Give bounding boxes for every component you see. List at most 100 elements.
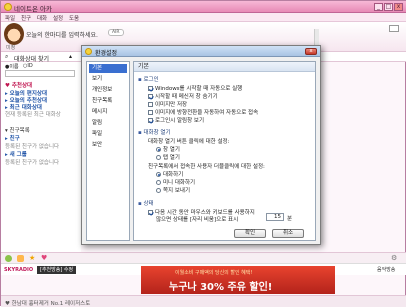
section-status: 상태 bbox=[138, 199, 153, 207]
title-bar[interactable]: 네이트온 아카 _ □ x bbox=[1, 1, 406, 13]
option-label: 대화하기 bbox=[163, 172, 184, 178]
search-icon: ⌕ bbox=[5, 53, 9, 60]
option-label: 탭 열기 bbox=[163, 155, 180, 161]
close-button[interactable]: x bbox=[394, 3, 403, 11]
recommended-header[interactable]: ♥ 추천상대 bbox=[5, 81, 32, 89]
minimize-button[interactable]: _ bbox=[374, 3, 383, 11]
list-item: 등록된 친구가 없습니다 bbox=[5, 144, 60, 150]
panel-header: 기본 bbox=[134, 62, 315, 72]
menu-friends[interactable]: 친구 bbox=[21, 14, 31, 22]
status-message[interactable]: 오늘의 한마디를 입력하세요. bbox=[26, 30, 98, 39]
option-label: 시작할 때 메신저 창 숨기기 bbox=[155, 94, 218, 100]
menu-settings[interactable]: 설정 bbox=[53, 14, 63, 22]
radio-chat[interactable]: 대화하기 bbox=[156, 170, 183, 178]
radio-button[interactable] bbox=[156, 146, 161, 152]
radio-send-note[interactable]: 쪽지 보내기 bbox=[156, 186, 190, 194]
radio-button[interactable] bbox=[156, 154, 161, 160]
star-icon[interactable]: ★ bbox=[29, 254, 35, 262]
checkbox[interactable] bbox=[148, 101, 153, 107]
footer: ♥ 한남대 흉터제거 No.1 레이저스토 bbox=[1, 295, 406, 307]
minutes-unit: 분 bbox=[287, 216, 293, 222]
menu-chat[interactable]: 대화 bbox=[37, 14, 47, 22]
nav-file[interactable]: 파일 bbox=[89, 130, 127, 139]
gear-icon[interactable]: ⚙ bbox=[391, 254, 397, 262]
away-minutes-input[interactable]: 15 bbox=[266, 213, 284, 221]
menu-file[interactable]: 파일 bbox=[5, 14, 15, 22]
section-chat: 대화창 열기 bbox=[138, 128, 170, 136]
nav-message[interactable]: 메시지 bbox=[89, 108, 127, 117]
option-label: 창 열기 bbox=[163, 147, 180, 153]
nav-personal[interactable]: 개인정보 bbox=[89, 86, 127, 95]
settings-panel: 기본 로그인 Windows를 시작할 때 자동으로 실행 시작할 때 메신저 … bbox=[133, 61, 316, 241]
envelope-icon[interactable] bbox=[389, 25, 399, 32]
dialog-title-bar[interactable]: 환경설정 x bbox=[82, 46, 320, 57]
chat-icon[interactable] bbox=[17, 255, 24, 262]
nav-view[interactable]: 보기 bbox=[89, 75, 127, 84]
cancel-button[interactable]: 취소 bbox=[272, 229, 304, 238]
ad-line-2: 누구나 30% 주유 할인! bbox=[169, 282, 273, 293]
option-login-alert[interactable]: 로그인시 알림창 보기 bbox=[148, 116, 204, 124]
option-label-line-2: 않으면 상태를 [자리 비움]으로 표시 bbox=[156, 217, 239, 223]
settings-nav: 기본 보기 개인정보 친구목록 메시지 알림 파일 보안 bbox=[86, 61, 130, 241]
dialog-title: 환경설정 bbox=[95, 50, 118, 57]
radio-open-window[interactable]: 창 열기 bbox=[156, 145, 180, 153]
checkbox[interactable] bbox=[148, 209, 153, 215]
option-image-only[interactable]: 이미지만 저장 bbox=[148, 100, 187, 108]
radio-button[interactable] bbox=[156, 179, 161, 185]
menu-help[interactable]: 도움 bbox=[69, 14, 79, 22]
list-item: 현재 등록된 최근 대화상 bbox=[5, 112, 61, 118]
nav-alert[interactable]: 알림 bbox=[89, 119, 127, 128]
checkbox[interactable] bbox=[148, 109, 153, 115]
avatar-label: 미정 bbox=[6, 45, 16, 51]
option-label: 이미지에 방향전환을 자동하여 자동으로 접속 bbox=[155, 110, 259, 116]
main-window: 네이트온 아카 _ □ x 파일 친구 대화 설정 도움 미정 오늘의 한마디를… bbox=[0, 0, 406, 307]
app-title: 네이트온 아카 bbox=[14, 5, 52, 13]
checkbox[interactable] bbox=[148, 117, 153, 123]
app-logo-icon bbox=[4, 3, 12, 11]
settings-icon bbox=[85, 48, 92, 55]
list-item[interactable]: ▸ 새 그룹 bbox=[5, 150, 27, 158]
avatar[interactable] bbox=[4, 23, 24, 45]
heart-icon[interactable]: ♥ bbox=[41, 254, 47, 262]
option-label: 미니 대화하기 bbox=[163, 180, 196, 186]
status-badge[interactable]: AIR bbox=[108, 29, 124, 36]
option-label: 쪽지 보내기 bbox=[163, 188, 191, 194]
ad-banner[interactable]: 이월소비 구매액의 당신의 할인 혜택! 누구나 30% 주유 할인! bbox=[141, 266, 335, 294]
settings-dialog: 환경설정 x 기본 보기 개인정보 친구목록 메시지 알림 파일 보안 기본 로… bbox=[81, 45, 321, 245]
list-item[interactable]: ▸ 친구 bbox=[5, 134, 20, 142]
filter-name[interactable]: ●이름 bbox=[5, 63, 19, 70]
option-auto-connect[interactable]: 이미지에 방향전환을 자동하여 자동으로 접속 bbox=[148, 108, 258, 116]
radio-channel[interactable]: [추천방송] 수정 bbox=[37, 266, 77, 274]
radio-open-tab[interactable]: 탭 열기 bbox=[156, 153, 180, 161]
chat-question-2: 친구목록에서 접속한 사용자 더블클릭에 대한 설정: bbox=[148, 164, 265, 170]
radio-logo[interactable]: SKYRADIO bbox=[4, 267, 33, 273]
music-broadcast-button[interactable]: 음악방송 bbox=[377, 266, 395, 273]
option-hide-window[interactable]: 시작할 때 메신저 창 숨기기 bbox=[148, 92, 218, 100]
radio-button[interactable] bbox=[156, 187, 161, 193]
nav-friend-list[interactable]: 친구목록 bbox=[89, 97, 127, 106]
sidebar: ●이름 ○ID ♥ 추천상대 ▸ 오늘의 편지상대 ▸ 오늘의 추천상대 ▸ 최… bbox=[1, 62, 81, 262]
filter-id[interactable]: ○ID bbox=[23, 63, 33, 69]
section-login: 로그인 bbox=[138, 75, 158, 83]
list-item: 등록된 친구가 없습니다 bbox=[5, 160, 60, 166]
dialog-close-button[interactable]: x bbox=[305, 48, 317, 55]
checkbox[interactable] bbox=[148, 85, 153, 91]
option-autostart[interactable]: Windows를 시작할 때 자동으로 실행 bbox=[148, 84, 242, 92]
friend-list-header[interactable]: ▾ 친구목록 bbox=[5, 126, 30, 134]
ad-line-1: 이월소비 구매액의 당신의 할인 혜택! bbox=[175, 270, 253, 276]
chat-question-1: 대화창 열기 버튼 클릭에 대한 설정: bbox=[148, 139, 230, 145]
radio-mini-chat[interactable]: 미니 대화하기 bbox=[156, 178, 195, 186]
maximize-button[interactable]: □ bbox=[384, 3, 393, 11]
radio-button[interactable] bbox=[156, 171, 161, 177]
person-icon[interactable] bbox=[5, 255, 12, 262]
ok-button[interactable]: 확인 bbox=[234, 229, 266, 238]
nav-basic[interactable]: 기본 bbox=[89, 64, 127, 73]
option-label: 이미지만 저장 bbox=[155, 102, 188, 108]
option-label: 로그인시 알림창 보기 bbox=[155, 118, 205, 124]
menu-bar: 파일 친구 대화 설정 도움 bbox=[1, 13, 406, 22]
collapse-icon[interactable]: ▴ bbox=[69, 53, 72, 60]
checkbox[interactable] bbox=[148, 93, 153, 99]
nav-security[interactable]: 보안 bbox=[89, 141, 127, 150]
search-input[interactable] bbox=[5, 70, 75, 77]
option-label: Windows를 시작할 때 자동으로 실행 bbox=[155, 86, 243, 92]
